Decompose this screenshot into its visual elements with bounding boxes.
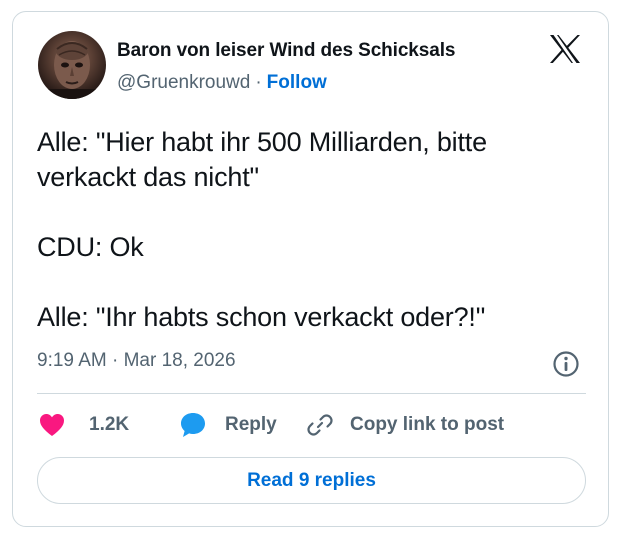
- tweet-line: verkackt das nicht": [37, 162, 259, 192]
- follow-link[interactable]: Follow: [267, 72, 327, 94]
- author-meta: @Gruenkrouwd · Follow: [117, 72, 327, 94]
- author-name[interactable]: Baron von leiser Wind des Schicksals: [117, 40, 455, 62]
- author-handle[interactable]: @Gruenkrouwd: [117, 72, 250, 94]
- read-replies-button[interactable]: Read 9 replies: [37, 457, 586, 504]
- like-count[interactable]: 1.2K: [89, 408, 129, 442]
- reply-label: Reply: [225, 414, 277, 435]
- link-icon: [307, 414, 333, 436]
- tweet-text: Alle: "Hier habt ihr 500 Milliarden, bit…: [37, 125, 587, 335]
- avatar[interactable]: [38, 31, 106, 99]
- read-replies-label: Read 9 replies: [247, 469, 376, 491]
- info-icon[interactable]: [552, 350, 580, 378]
- reply-bubble-icon: [181, 413, 205, 437]
- x-logo-icon[interactable]: [549, 34, 581, 64]
- like-count-label: 1.2K: [89, 414, 130, 435]
- divider: [37, 393, 586, 394]
- like-button[interactable]: [39, 408, 65, 442]
- tweet-line: CDU: Ok: [37, 232, 144, 262]
- copy-link-label: Copy link to post: [350, 414, 505, 435]
- heart-icon: [40, 414, 64, 436]
- tweet-line: Alle: "Ihr habts schon verkackt oder?!": [37, 302, 486, 332]
- separator-dot: ·: [255, 72, 262, 93]
- tweet-timestamp[interactable]: 9:19 AM · Mar 18, 2026: [37, 350, 236, 372]
- tweet-line: Alle: "Hier habt ihr 500 Milliarden, bit…: [37, 127, 487, 157]
- reply-button[interactable]: Reply: [179, 408, 277, 442]
- copy-link-button[interactable]: Copy link to post: [307, 408, 504, 442]
- avatar-image: [38, 41, 106, 99]
- action-bar: 1.2K Reply Copy link to post: [37, 408, 586, 442]
- tweet-card: Baron von leiser Wind des Schicksals @Gr…: [12, 11, 609, 527]
